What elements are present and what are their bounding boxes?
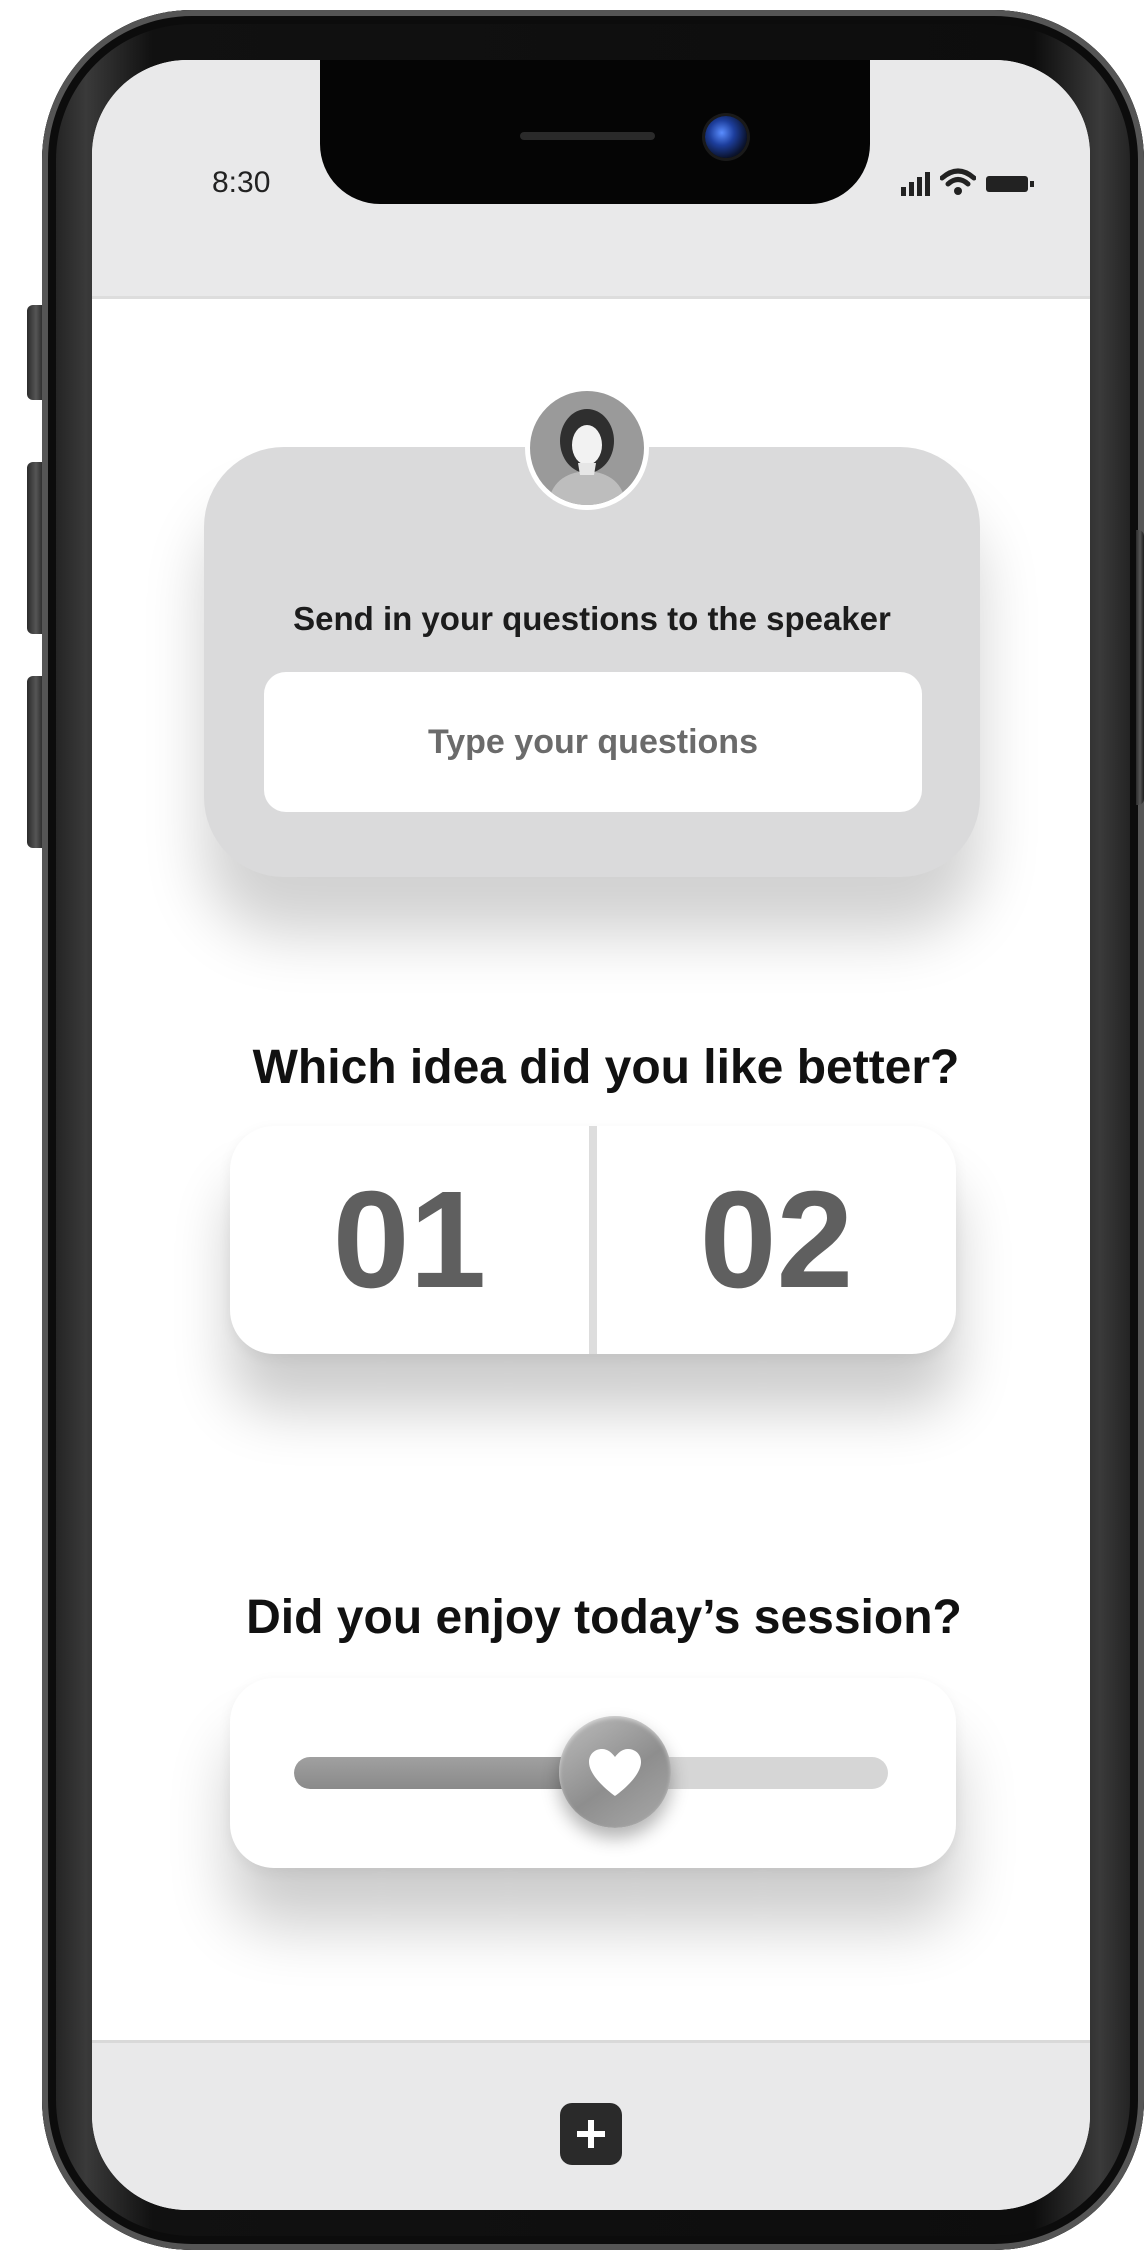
front-camera [705, 116, 747, 158]
rating-slider-thumb[interactable] [558, 1716, 671, 1828]
status-bar: 8:30 [92, 60, 1090, 299]
question-card [204, 447, 980, 877]
heart-icon [588, 1749, 641, 1796]
bottom-bar [92, 2040, 1090, 2210]
wifi-icon [940, 168, 976, 195]
power-button [1136, 530, 1144, 805]
poll-divider [589, 1126, 597, 1354]
poll-title: Which idea did you like better? [252, 1041, 960, 1094]
battery-icon [986, 176, 1034, 192]
rating-title: Did you enjoy today’s session? [246, 1591, 962, 1644]
notch [320, 60, 870, 204]
rating-slider-card [230, 1678, 956, 1868]
plus-icon [577, 2120, 605, 2148]
question-input[interactable] [264, 672, 922, 812]
status-time: 8:30 [212, 166, 271, 199]
phone-screen: 8:30 Send in your questions to the speak… [92, 60, 1090, 2210]
add-button[interactable] [560, 2103, 622, 2165]
question-card-title: Send in your questions to the speaker [293, 600, 891, 637]
poll-option-01[interactable]: 01 [230, 1126, 589, 1354]
earpiece-speaker [520, 132, 655, 140]
poll-option-02[interactable]: 02 [597, 1126, 956, 1354]
status-icons [901, 166, 1034, 196]
poll-card: 01 02 [230, 1126, 956, 1354]
person-avatar-icon [525, 386, 649, 510]
signal-icon [901, 172, 930, 196]
